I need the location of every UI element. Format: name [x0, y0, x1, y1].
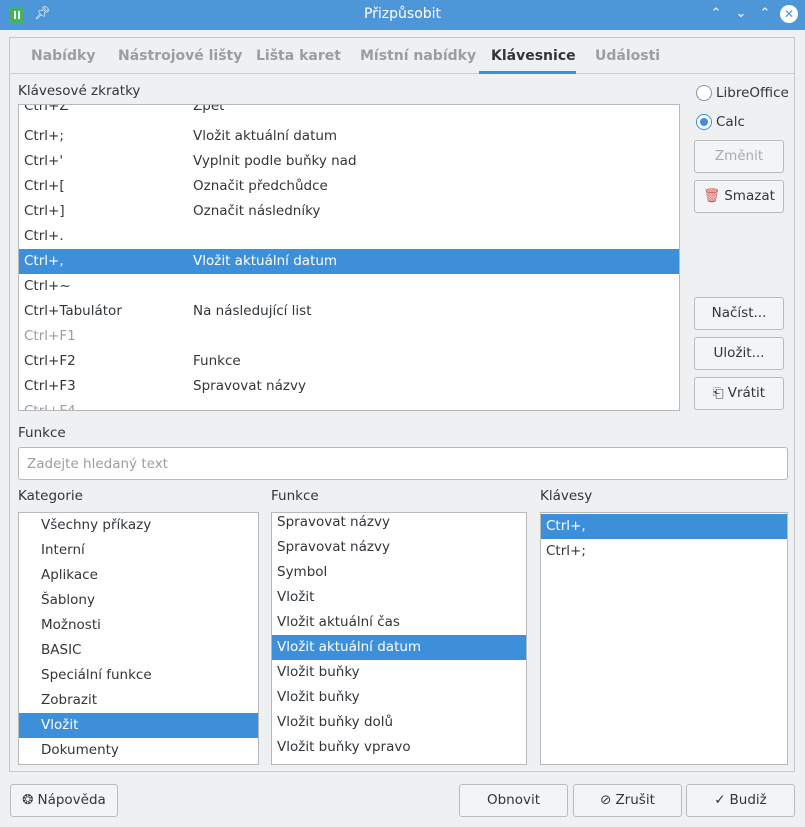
tab-events[interactable]: Události [595, 48, 660, 64]
function-search[interactable] [18, 447, 788, 480]
cancel-icon: ⊘ [600, 792, 612, 808]
calc-radio-label[interactable]: Calc [716, 114, 745, 130]
list-item[interactable]: BASIC [19, 638, 258, 663]
shortcut-row[interactable]: Ctrl+Z Zpět [19, 105, 679, 119]
list-item[interactable]: Vložit buňky [272, 685, 526, 710]
tab-bar: Nabídky Nástrojové lišty Lišta karet Mís… [10, 38, 794, 74]
shortcut-row[interactable]: Ctrl+; Vložit aktuální datum [19, 124, 679, 149]
list-item[interactable]: Ctrl+; [541, 539, 787, 564]
shortcut-row[interactable]: Ctrl+. [19, 224, 679, 249]
close-icon[interactable]: ✕ [780, 5, 798, 23]
save-button[interactable]: Uložit... [694, 337, 784, 370]
list-item[interactable]: Zobrazit [19, 688, 258, 713]
shortcut-row[interactable]: Ctrl+F3 Spravovat názvy [19, 374, 679, 399]
shortcut-row[interactable]: Ctrl+F2 Funkce [19, 349, 679, 374]
list-item-selected[interactable]: Vložit aktuální datum [272, 635, 526, 660]
title-bar: 📌︎ Přizpůsobit ⌃ ⌄ ⌃ ✕ [0, 0, 805, 30]
window-title: Přizpůsobit [363, 6, 442, 22]
restore-button[interactable]: Obnovit [459, 784, 568, 817]
minimize-icon[interactable]: ⌄ [732, 5, 750, 23]
shortcut-row[interactable]: Ctrl+Tabulátor Na následující list [19, 299, 679, 324]
function-search-input[interactable] [19, 448, 787, 479]
shortcut-row[interactable]: Ctrl+' Vyplnit podle buňky nad [19, 149, 679, 174]
trash-icon: 🗑︎ [703, 188, 721, 204]
list-item[interactable]: Vložit aktuální čas [272, 610, 526, 635]
load-button[interactable]: Načíst... [694, 297, 784, 330]
tab-notebookbar[interactable]: Lišta karet [256, 48, 341, 64]
change-button[interactable]: Změnit [694, 140, 784, 173]
active-tab-indicator [479, 71, 576, 74]
list-item[interactable]: Spravovat názvy [272, 513, 526, 535]
list-item[interactable]: Šablony [19, 588, 258, 613]
list-item-selected[interactable]: Ctrl+, [541, 514, 787, 539]
shortcut-row[interactable]: Ctrl+~ [19, 274, 679, 299]
list-item[interactable]: Vložit [272, 585, 526, 610]
shortcut-row-reserved[interactable]: Ctrl+F4 [19, 399, 679, 410]
category-label: Kategorie [18, 488, 83, 504]
help-button[interactable]: ❂ Nápověda [10, 784, 118, 817]
calc-radio[interactable] [696, 114, 712, 130]
tab-keyboard[interactable]: Klávesnice [491, 48, 576, 64]
keys-label: Klávesy [540, 488, 593, 504]
keep-above-icon[interactable]: ⌃ [707, 5, 725, 23]
list-item[interactable]: Interní [19, 538, 258, 563]
list-item[interactable]: Vložit buňky [272, 660, 526, 685]
shortcut-row[interactable]: Ctrl+] Označit následníky [19, 199, 679, 224]
tab-toolbars[interactable]: Nástrojové lišty [118, 48, 242, 64]
list-item[interactable]: Speciální funkce [19, 663, 258, 688]
customize-panel: Nabídky Nástrojové lišty Lišta karet Mís… [9, 37, 795, 772]
ok-button[interactable]: ✓ Budiž [686, 784, 795, 817]
list-item[interactable]: Symbol [272, 560, 526, 585]
tab-context-menus[interactable]: Místní nabídky [360, 48, 476, 64]
libreoffice-radio-label[interactable]: LibreOffice [716, 85, 789, 101]
keys-list[interactable]: Ctrl+, Ctrl+; [540, 512, 788, 765]
category-list[interactable]: Všechny příkazy Interní Aplikace Šablony… [18, 512, 259, 765]
list-item[interactable]: Spravovat názvy [272, 535, 526, 560]
lifebuoy-icon: ❂ [22, 792, 34, 808]
list-item[interactable]: Možnosti [19, 613, 258, 638]
list-item[interactable]: Vložit buňky dolů [272, 710, 526, 735]
reset-button[interactable]: ⎗ Vrátit [694, 377, 784, 410]
list-item[interactable]: Vložit buňky vpravo [272, 735, 526, 760]
list-item[interactable]: Dokumenty [19, 738, 258, 763]
maximize-icon[interactable]: ⌃ [756, 5, 774, 23]
checkmark-icon: ✓ [714, 792, 726, 808]
libreoffice-radio[interactable] [696, 85, 712, 101]
shortcut-row-selected[interactable]: Ctrl+, Vložit aktuální datum [19, 249, 679, 274]
delete-button[interactable]: 🗑︎ Smazat [694, 180, 784, 213]
list-item[interactable]: Všechny příkazy [19, 513, 258, 538]
list-item-selected[interactable]: Vložit [19, 713, 258, 738]
tab-menus[interactable]: Nabídky [31, 48, 95, 64]
shortcut-row[interactable]: Ctrl+[Označit předchůdce [19, 174, 679, 199]
cancel-button[interactable]: ⊘ Zrušit [573, 784, 682, 817]
shortcut-row-reserved[interactable]: Ctrl+F1 [19, 324, 679, 349]
functions-label: Funkce [271, 488, 319, 504]
list-item[interactable]: Aplikace [19, 563, 258, 588]
function-search-label: Funkce [18, 425, 66, 441]
shortcuts-label: Klávesové zkratky [18, 83, 141, 99]
shortcut-list[interactable]: Ctrl+Z Zpět Ctrl+; Vložit aktuální datum C… [18, 104, 680, 411]
reset-icon: ⎗ [712, 385, 724, 401]
function-list[interactable]: Spravovat názvy Spravovat názvy Symbol V… [271, 512, 527, 765]
